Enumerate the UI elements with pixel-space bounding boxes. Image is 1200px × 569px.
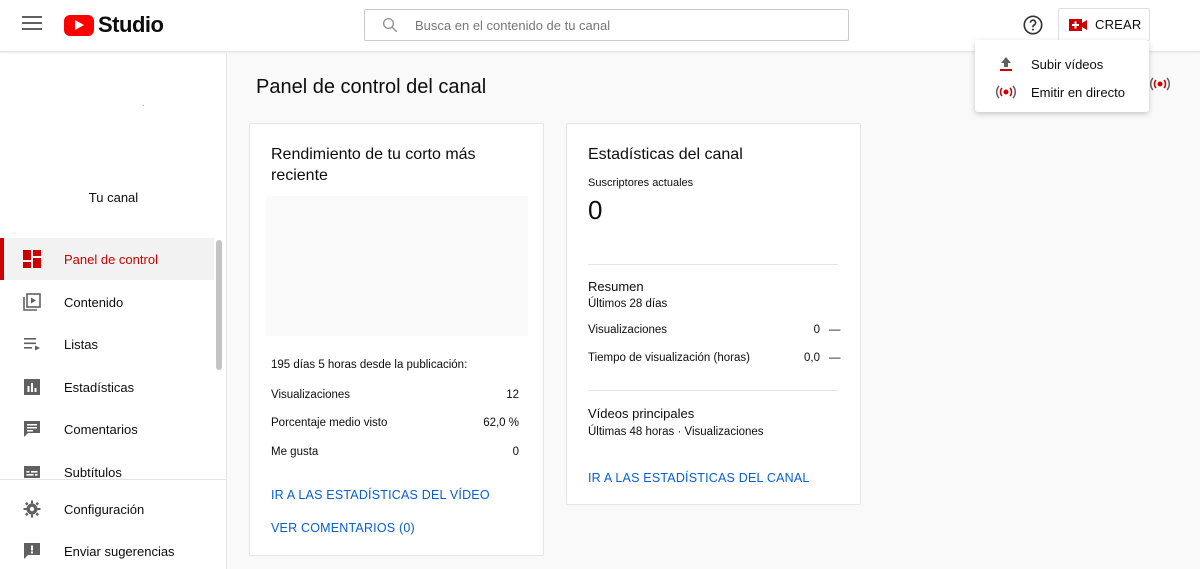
menu-item-label: Emitir en directo <box>1031 84 1125 100</box>
comments-icon <box>22 419 42 439</box>
sidebar-item-label: Subtítulos <box>64 464 122 480</box>
top-videos-period: Últimas 48 horas · Visualizaciones <box>588 426 764 438</box>
summary-value: 0 <box>813 324 820 336</box>
divider <box>588 390 838 391</box>
sidebar-item-label: Panel de control <box>64 251 158 267</box>
sidebar-item-label: Enviar sugerencias <box>64 543 175 559</box>
since-published-text: 195 días 5 horas desde la publicación: <box>271 359 468 371</box>
stat-value: 12 <box>506 389 519 401</box>
trend-indicator: — <box>829 352 841 364</box>
page-title: Panel de control del canal <box>256 76 487 98</box>
sidebar-item-label: Comentarios <box>64 421 138 437</box>
stat-label: Porcentaje medio visto <box>271 417 388 429</box>
gear-icon <box>22 499 42 519</box>
help-icon[interactable] <box>1022 14 1044 36</box>
subscribers-label: Suscriptores actuales <box>588 177 694 189</box>
create-button-label: CREAR <box>1095 17 1142 32</box>
logo-text: Studio <box>98 12 164 37</box>
summary-value: 0,0 <box>804 352 820 364</box>
sidebar-divider <box>0 479 227 480</box>
summary-label: Tiempo de visualización (horas) <box>588 352 750 364</box>
search-box[interactable] <box>364 9 849 41</box>
sidebar-item-send-feedback[interactable]: Enviar sugerencias <box>0 530 214 569</box>
stat-value: 0 <box>512 446 519 458</box>
menu-item-go-live[interactable]: Emitir en directo <box>975 78 1149 106</box>
dashboard-icon <box>22 249 42 269</box>
trend-indicator: — <box>829 324 841 336</box>
sidebar-scrollbar[interactable] <box>216 240 222 370</box>
stat-label: Visualizaciones <box>271 389 351 401</box>
subscribers-count: 0 <box>588 195 603 225</box>
menu-item-label: Subir vídeos <box>1031 56 1104 72</box>
divider <box>588 264 838 265</box>
playlists-icon <box>22 334 42 354</box>
channel-label[interactable]: Tu canal <box>0 190 227 205</box>
sidebar-item-content[interactable]: Contenido <box>0 281 214 323</box>
short-thumbnail[interactable] <box>266 196 528 336</box>
sidebar: ` Tu canal Panel de control Contenido Li… <box>0 53 227 569</box>
latest-short-title: Rendimiento de tu corto más reciente <box>271 146 476 184</box>
studio-logo[interactable]: Studio <box>64 12 164 38</box>
top-videos-title: Vídeos principales <box>588 406 695 421</box>
summary-title: Resumen <box>588 279 644 294</box>
sidebar-item-label: Configuración <box>64 501 145 517</box>
live-icon <box>995 83 1017 101</box>
sidebar-item-comments[interactable]: Comentarios <box>0 408 214 450</box>
video-camera-add-icon <box>1069 18 1087 31</box>
sidebar-item-label: Listas <box>64 336 98 352</box>
video-analytics-link[interactable]: IR A LAS ESTADÍSTICAS DEL VÍDEO <box>271 488 490 502</box>
upload-icon <box>995 55 1017 73</box>
create-button[interactable]: CREAR <box>1058 8 1150 41</box>
live-icon[interactable] <box>1149 74 1171 94</box>
menu-item-upload-videos[interactable]: Subir vídeos <box>975 50 1149 78</box>
view-comments-link[interactable]: VER COMENTARIOS (0) <box>271 521 415 535</box>
search-icon <box>382 17 398 33</box>
search-input[interactable] <box>415 17 815 33</box>
sidebar-item-dashboard[interactable]: Panel de control <box>0 238 214 280</box>
sidebar-item-playlists[interactable]: Listas <box>0 323 214 365</box>
channel-analytics-link[interactable]: IR A LAS ESTADÍSTICAS DEL CANAL <box>588 471 810 485</box>
menu-icon[interactable] <box>22 16 42 32</box>
summary-label: Visualizaciones <box>588 324 668 336</box>
sidebar-item-settings[interactable]: Configuración <box>0 488 214 530</box>
analytics-icon <box>22 377 42 397</box>
sidebar-item-label: Estadísticas <box>64 379 135 395</box>
summary-period: Últimos 28 días <box>588 298 668 310</box>
create-menu: Subir vídeos Emitir en directo <box>975 40 1149 112</box>
youtube-play-icon <box>64 14 94 36</box>
feedback-icon <box>22 541 42 561</box>
sidebar-item-label: Contenido <box>64 294 124 310</box>
avatar-placeholder: ` <box>142 104 145 113</box>
channel-analytics-title: Estadísticas del canal <box>588 146 743 163</box>
stat-label: Me gusta <box>271 446 319 458</box>
content-icon <box>22 292 42 312</box>
stat-value: 62,0 % <box>483 417 519 429</box>
sidebar-item-subtitles[interactable]: Subtítulos <box>0 451 214 493</box>
sidebar-item-analytics[interactable]: Estadísticas <box>0 366 214 408</box>
